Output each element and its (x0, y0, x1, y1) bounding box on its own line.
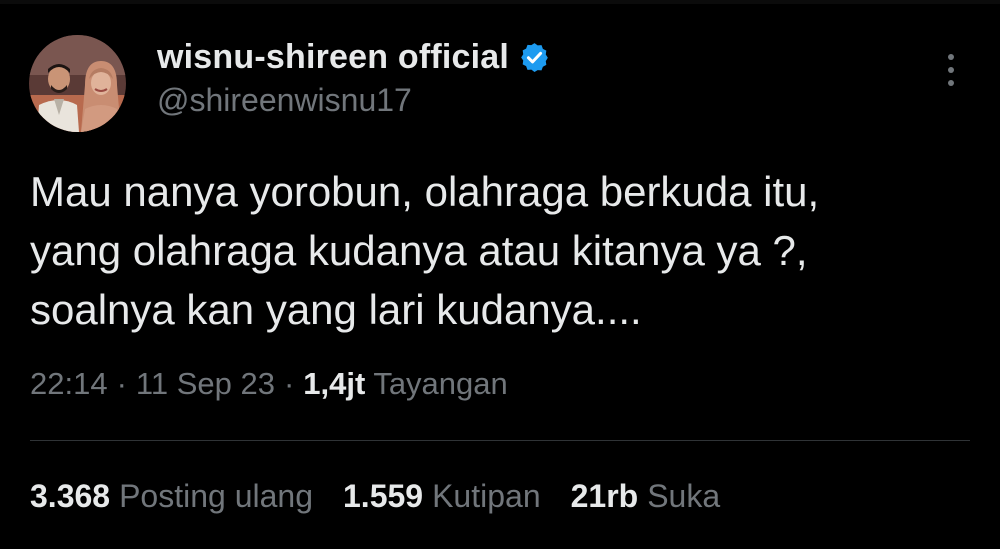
likes-label: Suka (647, 478, 721, 514)
dot (948, 67, 954, 73)
reposts-label: Posting ulang (119, 478, 313, 514)
views-label: Tayangan (373, 366, 508, 401)
quotes-stat[interactable]: 1.559 Kutipan (343, 478, 541, 515)
tweet-text-line: Mau nanya yorobun, olahraga berkuda itu, (30, 168, 820, 215)
tweet-time[interactable]: 22:14 (30, 366, 108, 402)
likes-count: 21rb (570, 478, 639, 514)
vertical-ellipsis-icon[interactable] (936, 54, 966, 92)
avatar[interactable] (29, 35, 126, 132)
divider (30, 440, 970, 441)
quotes-label: Kutipan (432, 478, 541, 514)
tweet-text-line: yang olahraga kudanya atau kitanya ya ?, (30, 227, 808, 274)
reposts-count: 3.368 (30, 478, 111, 514)
reposts-stat[interactable]: 3.368 Posting ulang (30, 478, 313, 515)
tweet-text: Mau nanya yorobun, olahraga berkuda itu,… (30, 162, 970, 339)
tweet-meta: 22:14 · 11 Sep 23 · 1,4jt Tayangan (30, 366, 508, 402)
views-count: 1,4jt (303, 366, 366, 401)
author-display-name[interactable]: wisnu-shireen official (157, 38, 509, 77)
author-handle[interactable]: @shireenwisnu17 (157, 82, 412, 119)
tweet-text-line: soalnya kan yang lari kudanya.... (30, 286, 642, 333)
meta-separator: · (116, 366, 127, 401)
tweet-date[interactable]: 11 Sep 23 (136, 366, 275, 402)
author-name-row: wisnu-shireen official (157, 36, 551, 78)
dot (948, 80, 954, 86)
likes-stat[interactable]: 21rb Suka (571, 478, 721, 515)
tweet-card: wisnu-shireen official @shireenwisnu17 M… (0, 0, 1000, 549)
top-border (0, 0, 1000, 4)
meta-separator: · (283, 366, 295, 401)
verified-badge-icon[interactable] (518, 41, 551, 74)
quotes-count: 1.559 (343, 478, 424, 514)
dot (948, 54, 954, 60)
avatar-image (29, 35, 126, 132)
tweet-stats: 3.368 Posting ulang 1.559 Kutipan 21rb S… (30, 478, 750, 515)
